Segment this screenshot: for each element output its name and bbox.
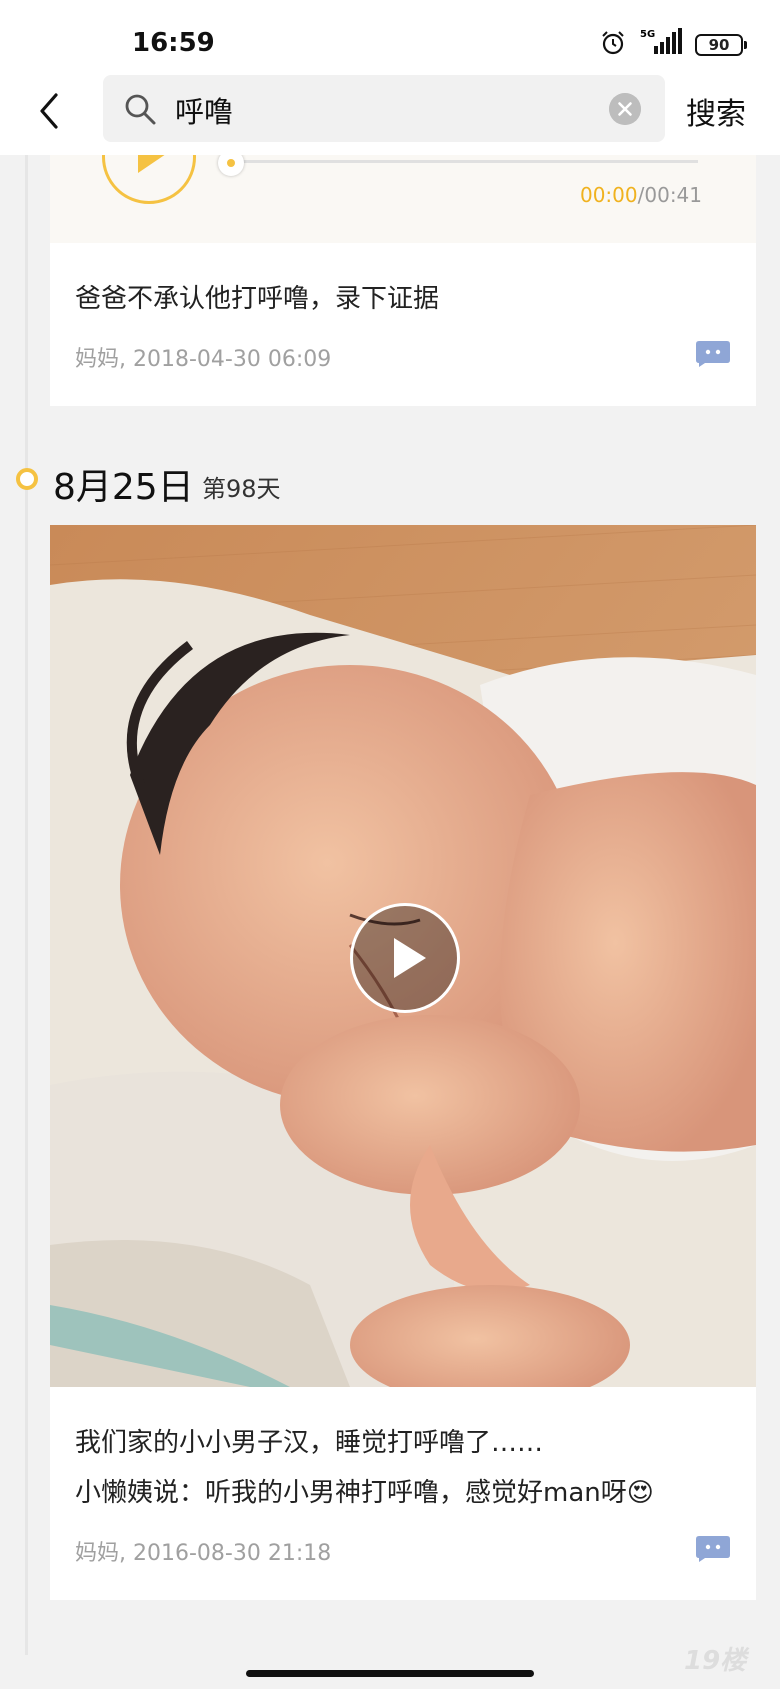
post-meta: 妈妈, 2018-04-30 06:09 bbox=[75, 347, 332, 372]
play-icon bbox=[138, 155, 165, 173]
alarm-icon bbox=[602, 31, 624, 55]
home-indicator[interactable] bbox=[246, 1670, 534, 1677]
audio-player: 00:00/00:41 bbox=[50, 155, 756, 243]
post-meta: 妈妈, 2016-08-30 21:18 bbox=[75, 1541, 332, 1566]
comment-icon[interactable] bbox=[696, 341, 730, 367]
timeline-dot bbox=[16, 468, 38, 490]
status-bar: 16:59 5G 90 bbox=[0, 0, 780, 75]
search-bar[interactable]: 呼噜 bbox=[103, 75, 665, 142]
post-card[interactable]: 爸爸不承认他打呼噜，录下证据 妈妈, 2018-04-30 06:09 bbox=[50, 243, 756, 406]
clear-icon[interactable] bbox=[609, 93, 641, 125]
timeline-line bbox=[25, 155, 28, 1655]
post-text-line2: 小懒姨说：听我的小男神打呼噜，感觉好man呀😍 bbox=[75, 1478, 654, 1508]
post-card[interactable]: 我们家的小小男子汉，睡觉打呼噜了…… 小懒姨说：听我的小男神打呼噜，感觉好man… bbox=[50, 525, 756, 1600]
comment-icon[interactable] bbox=[696, 1536, 730, 1562]
audio-current-time: 00:00 bbox=[579, 183, 638, 207]
video-thumbnail[interactable] bbox=[50, 525, 756, 1387]
post-text-line1: 我们家的小小男子汉，睡觉打呼噜了…… bbox=[75, 1428, 544, 1458]
section-day-count: 第98天 bbox=[202, 475, 281, 503]
audio-progress-track[interactable] bbox=[222, 160, 698, 163]
section-date: 8月25日 bbox=[53, 467, 194, 508]
audio-progress-handle[interactable] bbox=[218, 155, 244, 176]
network-label: 5G bbox=[640, 29, 655, 40]
search-header: 呼噜 搜索 bbox=[0, 75, 780, 155]
audio-duration: /00:41 bbox=[637, 183, 702, 207]
post-text: 爸爸不承认他打呼噜，录下证据 bbox=[75, 284, 440, 314]
search-button[interactable]: 搜索 bbox=[686, 89, 746, 133]
watermark-logo: 19楼 bbox=[684, 1646, 747, 1676]
status-time: 16:59 bbox=[132, 28, 215, 58]
audio-play-button[interactable] bbox=[102, 155, 196, 204]
search-icon bbox=[125, 94, 156, 125]
back-icon[interactable] bbox=[30, 89, 70, 133]
video-play-button[interactable] bbox=[350, 903, 460, 1013]
audio-time: 00:00/00:41 bbox=[580, 183, 702, 207]
battery-indicator: 90 bbox=[695, 34, 747, 56]
search-input[interactable]: 呼噜 bbox=[175, 89, 233, 131]
play-icon bbox=[394, 938, 426, 978]
signal-icon: 5G bbox=[640, 28, 682, 54]
